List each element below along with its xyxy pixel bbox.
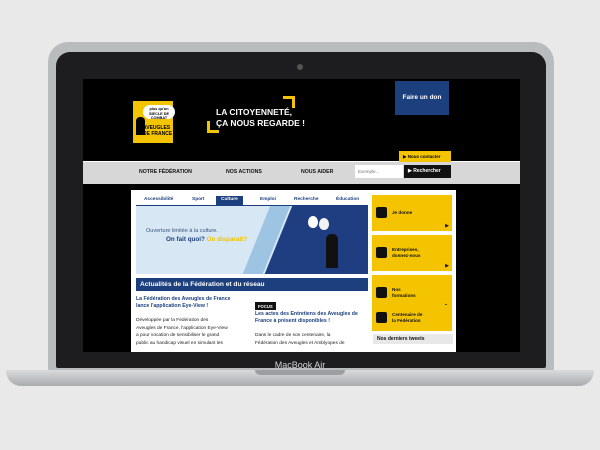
article1-text-line: Développée par la Fédération des [136, 318, 209, 323]
sidebar-box-line1: Entreprises, [392, 247, 419, 252]
sidebar-box-label: Je donne [392, 210, 413, 215]
banner-question-2: On disparaît? [206, 236, 248, 243]
culture-banner[interactable]: Ouverture limitée à la culture. On fait … [136, 206, 368, 274]
article1-text-line: public au handicap visuel en simulant le… [136, 340, 223, 346]
browser-screen: plus qu'un SIECLE DE COMBAT AVEUGLES DE … [83, 79, 520, 352]
tab-culture[interactable]: Culture [216, 196, 243, 205]
nav-item-aider[interactable]: NOUS AIDER [301, 169, 333, 175]
tab-education[interactable]: Éducation [336, 196, 359, 205]
article1-title-line2: lance l'application Eye-View ! [136, 303, 209, 309]
sidebar-box-label: Nos formations [392, 287, 416, 299]
sidebar-box-line2: la Fédération [392, 318, 421, 323]
centenary-icon [376, 312, 387, 323]
site-tagline: LA CITOYENNETÉ, ÇA NOUS REGARDE ! [216, 107, 305, 129]
article2-text-line: Dans le cadre de son centenaire, la [255, 333, 331, 338]
contact-label: Nous contacter [407, 154, 441, 159]
tab-recherche[interactable]: Recherche [294, 196, 319, 205]
theme-tabs: Accessibilité Sport Culture Emploi Reche… [136, 196, 368, 205]
laptop-brand: MacBook Air [274, 360, 326, 370]
arrow-right-icon: ▶ [445, 263, 449, 269]
search-button[interactable]: ▶ Rechercher [404, 165, 451, 178]
banner-line1: Ouverture limitée à la culture. [146, 228, 218, 234]
article2-title[interactable]: Les actes des Entretiens des Aveugles de… [255, 311, 358, 325]
article1-title-line1: La Fédération des Aveugles de France [136, 296, 231, 302]
article1-text-line: Aveugles de France, l'application Eye-Vi… [136, 325, 228, 331]
tagline-line2: ÇA NOUS REGARDE ! [216, 118, 305, 128]
search-input[interactable] [355, 165, 403, 178]
book-icon [376, 287, 387, 298]
banner-question-1: On fait quoi? [166, 236, 205, 243]
tab-sport[interactable]: Sport [192, 196, 205, 205]
nav-item-actions[interactable]: NOS ACTIONS [226, 169, 262, 175]
logo-name: AVEUGLES DE FRANCE [143, 125, 172, 137]
person-silhouette [326, 234, 338, 268]
sidebar-box-entreprises[interactable]: Entreprises, donnez-nous ▶ [372, 235, 452, 271]
sidebar-box-line1: Centenaire de [392, 312, 423, 317]
donate-button[interactable]: Faire un don [395, 81, 449, 115]
tab-accessibilite[interactable]: Accessibilité [144, 196, 173, 205]
banner-line2: On fait quoi? On disparaît? [166, 236, 247, 243]
sidebar-box-je-donne[interactable]: Je donne ▶ [372, 195, 452, 231]
mask-left [308, 216, 318, 228]
mask-right [319, 218, 329, 230]
site-logo[interactable]: plus qu'un SIECLE DE COMBAT AVEUGLES DE … [133, 101, 175, 143]
gift-icon [376, 207, 387, 218]
sidebar-box-line1: Nos [392, 287, 401, 292]
article2-text: Dans le cadre de son centenaire, la Fédé… [255, 332, 345, 347]
search-button-label: Rechercher [413, 168, 441, 174]
camera-icon [297, 64, 303, 70]
main-nav: NOTRE FÉDÉRATION NOS ACTIONS NOUS AIDER [83, 162, 520, 184]
article1-text: Développée par la Fédération des Aveugle… [136, 317, 228, 347]
article1-text-line: a pour vocation de sensibiliser le grand [136, 333, 220, 338]
tab-emploi[interactable]: Emploi [260, 196, 276, 205]
focus-badge: FOCUS [255, 302, 276, 310]
theater-masks-icon [308, 216, 332, 230]
laptop-notch [255, 370, 345, 375]
arrow-right-icon: ▶ [445, 223, 449, 229]
article1-title[interactable]: La Fédération des Aveugles de France lan… [136, 296, 230, 310]
logo-name-line2: DE FRANCE [143, 131, 173, 137]
sidebar-box-label: Entreprises, donnez-nous [392, 247, 421, 259]
handshake-icon [376, 247, 387, 258]
article2-text-line: Fédération des Aveugles et Amblyopes de [255, 340, 345, 346]
sidebar-box-centenaire[interactable]: Centenaire de la Fédération [372, 305, 452, 331]
tweets-heading: Nos derniers tweets [373, 334, 453, 344]
tagline-line1: LA CITOYENNETÉ, [216, 107, 293, 117]
article2-title-line1: Les actes des Entretiens des Aveugles de [255, 311, 358, 317]
logo-badge: plus qu'un SIECLE DE COMBAT [143, 105, 175, 120]
contact-button[interactable]: ▶ Nous contacter [399, 151, 451, 162]
sidebar-box-label: Centenaire de la Fédération [392, 312, 422, 324]
news-section-title: Actualités de la Fédération et du réseau [136, 278, 368, 291]
sidebar-box-line2: formations [392, 293, 416, 298]
sidebar-box-line2: donnez-nous [392, 253, 421, 258]
nav-item-federation[interactable]: NOTRE FÉDÉRATION [139, 169, 192, 175]
article2-title-line2: France à présent disponibles ! [255, 318, 330, 324]
